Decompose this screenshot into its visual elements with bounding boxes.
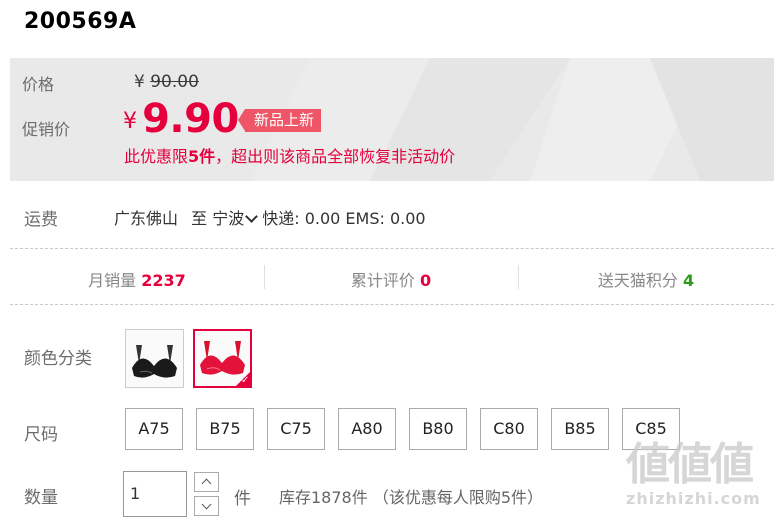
stock-count: 库存1878件 bbox=[279, 488, 368, 507]
original-price-value: 90.00 bbox=[150, 72, 199, 92]
purchase-limit-note: （该优惠每人限购5件） bbox=[372, 488, 544, 507]
watermark-text: zhizhizhi.com bbox=[626, 489, 761, 508]
divider bbox=[10, 304, 774, 305]
size-option-a80[interactable]: A80 bbox=[338, 408, 396, 450]
promo-price-value: 9.90 bbox=[142, 96, 239, 142]
ship-from: 广东佛山 bbox=[114, 209, 179, 228]
stock-info: 库存1878件 （该优惠每人限购5件） bbox=[279, 484, 543, 508]
sales-label: 月销量 bbox=[88, 271, 137, 290]
size-label: 尺码 bbox=[24, 425, 58, 445]
size-option-b85[interactable]: B85 bbox=[551, 408, 609, 450]
product-title: 200569A bbox=[24, 9, 137, 34]
divider bbox=[10, 248, 774, 249]
reviews-value: 0 bbox=[419, 271, 432, 290]
promo-price-label: 促销价 bbox=[22, 120, 71, 139]
watermark-glyphs-icon: 値値値 bbox=[626, 439, 754, 490]
points-value: 4 bbox=[682, 271, 695, 290]
quantity-unit: 件 bbox=[234, 489, 251, 509]
reviews-label: 累计评价 bbox=[350, 271, 415, 290]
promo-currency: ¥ bbox=[123, 109, 137, 134]
promo-limit-note: 此优惠限5件，超出则该商品全部恢复非活动价 bbox=[124, 143, 455, 167]
shipping-info: 广东佛山 至 宁波 快递: 0.00 EMS: 0.00 bbox=[114, 205, 426, 229]
size-option-c80[interactable]: C80 bbox=[480, 408, 538, 450]
watermark-logo: 値値値 zhizhizhi.com bbox=[626, 440, 771, 520]
ship-to-word: 至 bbox=[191, 209, 208, 228]
quantity-increase-button[interactable] bbox=[194, 472, 219, 492]
ship-destination: 宁波 bbox=[212, 209, 245, 228]
new-arrival-tag: 新品上新 bbox=[237, 109, 322, 132]
chevron-down-icon bbox=[201, 499, 212, 510]
price-panel: 价格 ¥ 90.00 促销价 ¥ 9.90 新品上新 此优惠限5件，超出则该商品… bbox=[10, 58, 774, 181]
limit-post-text: ，超出则该商品全部恢复非活动价 bbox=[215, 147, 456, 166]
color-option-black[interactable] bbox=[125, 329, 184, 388]
limit-count: 5件 bbox=[188, 147, 216, 166]
quantity-label: 数量 bbox=[24, 488, 58, 508]
tmall-points: 送天猫积分 4 bbox=[518, 267, 774, 291]
color-label: 颜色分类 bbox=[24, 349, 92, 369]
destination-selector[interactable]: 宁波 bbox=[212, 209, 262, 228]
monthly-sales: 月销量 2237 bbox=[10, 267, 264, 291]
points-label: 送天猫积分 bbox=[597, 271, 678, 290]
shipping-label: 运费 bbox=[24, 210, 58, 230]
color-option-red[interactable] bbox=[193, 329, 252, 388]
original-currency: ¥ bbox=[134, 72, 145, 92]
original-price: ¥ 90.00 bbox=[134, 72, 199, 92]
quantity-decrease-button[interactable] bbox=[194, 496, 219, 516]
size-option-a75[interactable]: A75 bbox=[125, 408, 183, 450]
price-label: 价格 bbox=[22, 75, 55, 94]
quantity-input[interactable]: 1 bbox=[123, 471, 187, 517]
sales-value: 2237 bbox=[141, 271, 186, 290]
total-reviews[interactable]: 累计评价 0 bbox=[264, 267, 518, 291]
limit-pre-text: 此优惠限 bbox=[124, 147, 189, 166]
shipping-fees: 快递: 0.00 EMS: 0.00 bbox=[262, 209, 426, 228]
chevron-up-icon bbox=[201, 478, 212, 489]
size-option-b75[interactable]: B75 bbox=[196, 408, 254, 450]
size-option-c75[interactable]: C75 bbox=[267, 408, 325, 450]
black-bra-thumbnail bbox=[126, 330, 183, 387]
promo-price: ¥ 9.90 bbox=[123, 96, 239, 142]
chevron-down-icon bbox=[245, 210, 259, 223]
selected-check-icon bbox=[235, 371, 251, 387]
size-option-b80[interactable]: B80 bbox=[409, 408, 467, 450]
